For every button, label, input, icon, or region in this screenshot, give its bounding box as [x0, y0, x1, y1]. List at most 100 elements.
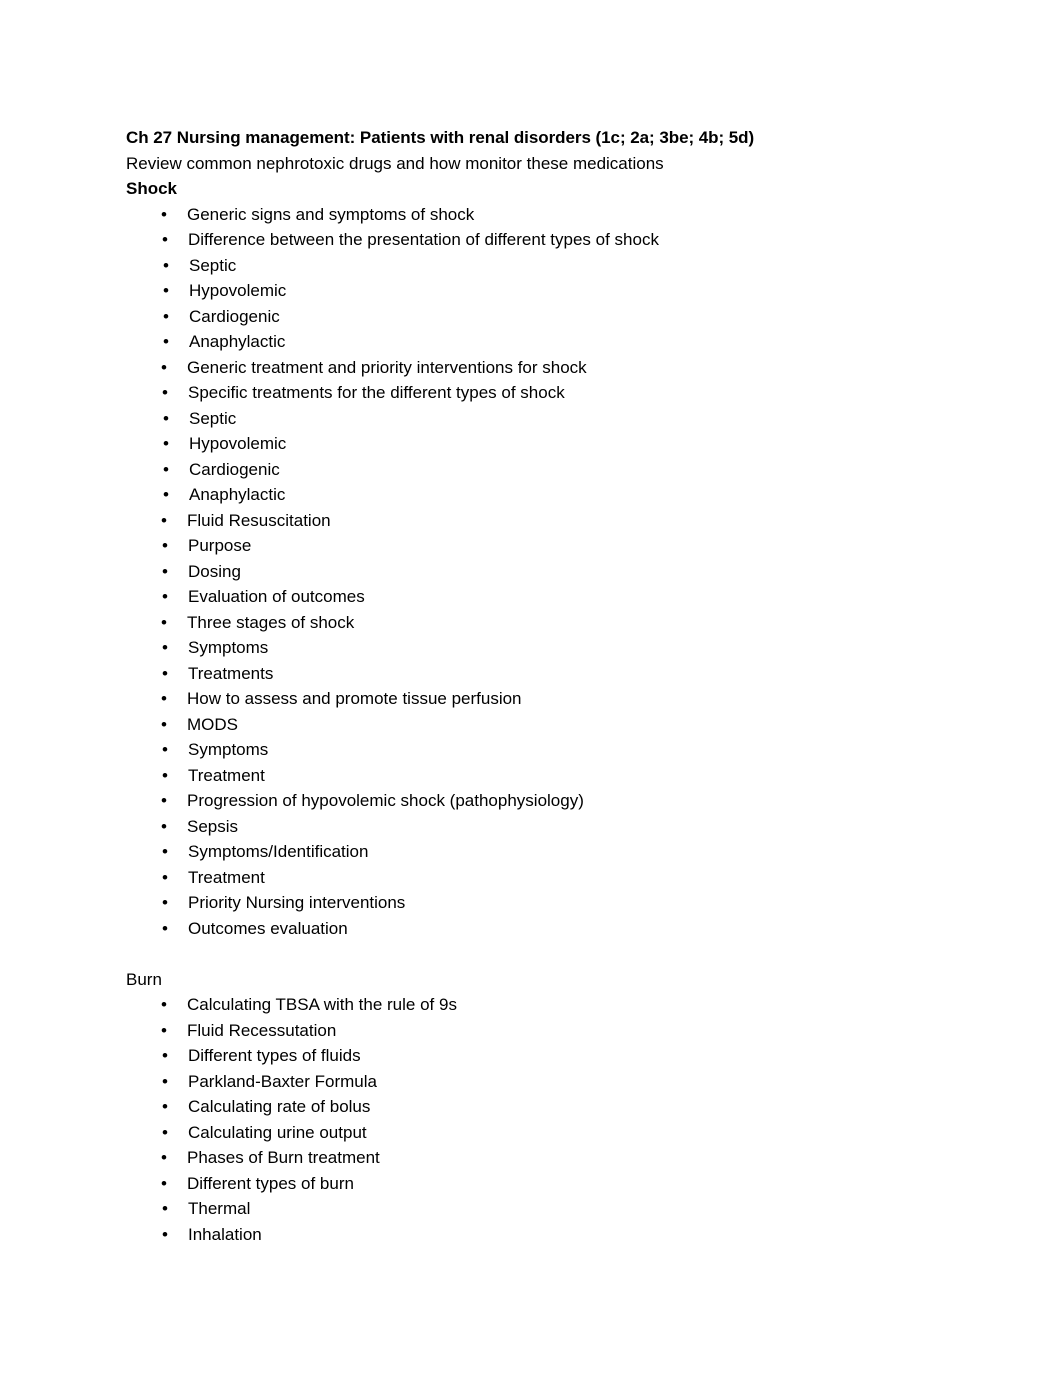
list-item: • Priority Nursing interventions: [126, 890, 942, 916]
list-item-label: Fluid Resuscitation: [187, 510, 331, 530]
bullet-icon: •: [162, 1046, 168, 1065]
list-item: • Progression of hypovolemic shock (patho…: [126, 788, 942, 814]
bullet-icon: •: [163, 408, 169, 428]
list-item: • Calculating TBSA with the rule of 9s: [126, 992, 942, 1018]
list-item: • Anaphylactic: [126, 482, 942, 508]
list-item-label: Different types of fluids: [188, 1046, 361, 1065]
list-item: • Anaphylactic: [126, 329, 942, 355]
section-heading: Shock: [126, 179, 178, 198]
bullet-icon: •: [161, 714, 167, 734]
bullet-icon: •: [162, 893, 168, 912]
bullet-icon: •: [162, 561, 168, 581]
list-item-label: Calculating rate of bolus: [188, 1097, 371, 1116]
bullet-icon: •: [162, 842, 168, 861]
list-item-label: Treatments: [188, 663, 274, 683]
list-item-label: Phases of Burn treatment: [187, 1148, 380, 1167]
bullet-icon: •: [163, 332, 169, 351]
bullet-icon: •: [162, 867, 168, 887]
bullet-icon: •: [161, 510, 167, 530]
list-item: • Cardiogenic: [126, 457, 942, 483]
list-item: • Different types of fluids: [126, 1043, 942, 1069]
bullet-icon: •: [161, 791, 167, 810]
bullet-icon: •: [162, 740, 168, 759]
list-item: • Dosing: [126, 559, 942, 585]
document-page: Ch 27 Nursing management: Patients with …: [0, 0, 1062, 1377]
list-item: • MODS: [126, 712, 942, 738]
bullet-icon: •: [162, 230, 168, 249]
list-item-label: How to assess and promote tissue perfusi…: [187, 689, 522, 708]
list-item: • Symptoms/Identification: [126, 839, 942, 865]
list-item: • How to assess and promote tissue perfus…: [126, 686, 942, 712]
bullet-icon: •: [162, 587, 168, 606]
list-item-label: Cardiogenic: [189, 459, 280, 479]
bullet-icon: •: [162, 918, 168, 938]
list-item-label: Septic: [189, 408, 237, 428]
list-item: • Fluid Resuscitation: [126, 508, 942, 534]
bullet-icon: •: [163, 434, 169, 453]
bullet-icon: •: [161, 816, 167, 836]
list-item: • Inhalation: [126, 1222, 942, 1248]
list-item: • Calculating rate of bolus: [126, 1094, 942, 1120]
bullet-icon: •: [161, 995, 167, 1014]
bullet-icon: •: [161, 1020, 167, 1040]
list-item-label: Thermal: [188, 1199, 251, 1218]
list-item-label: Hypovolemic: [189, 281, 287, 300]
list-item: • Thermal: [126, 1196, 942, 1222]
document-title: Ch 27 Nursing management: Patients with …: [126, 128, 755, 147]
list-item: • Septic: [126, 253, 942, 279]
list-item: • Generic signs and symptoms of shock: [126, 202, 942, 228]
list-item-label: Difference between the presentation of d…: [188, 230, 659, 249]
list-item: • Specific treatments for the different t…: [126, 380, 942, 406]
bullet-icon: •: [161, 357, 167, 377]
list-item: • Purpose: [126, 533, 942, 559]
bullet-icon: •: [163, 485, 169, 504]
bullet-icon: •: [162, 1224, 168, 1244]
bullet-icon: •: [162, 1122, 168, 1142]
list-item-label: Evaluation of outcomes: [188, 587, 365, 606]
list-item-label: Calculating urine output: [188, 1122, 367, 1142]
list-item-label: Dosing: [188, 561, 241, 581]
list-item-label: Symptoms: [188, 740, 269, 759]
list-item-label: Priority Nursing interventions: [188, 893, 406, 912]
list-item: • Phases of Burn treatment: [126, 1145, 942, 1171]
list-item: • Calculating urine output: [126, 1120, 942, 1146]
list-item-label: Fluid Recessutation: [187, 1020, 337, 1040]
document-body: Shock • Generic signs and symptoms of shoc…: [126, 176, 942, 1247]
bullet-icon: •: [162, 536, 168, 555]
list-item-label: Septic: [189, 255, 237, 275]
list-item-label: Different types of burn: [187, 1173, 354, 1193]
bullet-icon: •: [162, 663, 168, 683]
list-item: • Symptoms: [126, 737, 942, 763]
list-item-label: Treatment: [188, 765, 265, 785]
document-subtitle: Review common nephrotoxic drugs and how …: [126, 153, 664, 173]
bullet-icon: •: [162, 1199, 168, 1218]
list-item-label: Symptoms/Identification: [188, 842, 369, 861]
bullet-icon: •: [161, 689, 167, 708]
section-heading: Burn: [126, 969, 162, 989]
list-item-label: Inhalation: [188, 1224, 262, 1244]
list-item: • Hypovolemic: [126, 431, 942, 457]
list-item: • Parkland-Baxter Formula: [126, 1069, 942, 1095]
list-item-label: Progression of hypovolemic shock (pathop…: [187, 791, 584, 810]
list-item-label: Purpose: [188, 536, 252, 555]
outline-list: • Generic signs and symptoms of shock • Dif…: [126, 202, 942, 942]
list-item: • Evaluation of outcomes: [126, 584, 942, 610]
list-item-label: Sepsis: [187, 816, 239, 836]
list-item: • Sepsis: [126, 814, 942, 840]
list-item-label: Generic signs and symptoms of shock: [187, 204, 475, 224]
list-item-label: Generic treatment and priority intervent…: [187, 357, 587, 377]
bullet-icon: •: [162, 1097, 168, 1116]
list-item-label: Parkland-Baxter Formula: [188, 1071, 377, 1091]
list-item: • Treatment: [126, 865, 942, 891]
list-item: • Hypovolemic: [126, 278, 942, 304]
list-item-label: Treatment: [188, 867, 265, 887]
bullet-icon: •: [161, 1148, 167, 1167]
list-item: • Cardiogenic: [126, 304, 942, 330]
list-item: • Symptoms: [126, 635, 942, 661]
list-item-label: Hypovolemic: [189, 434, 287, 453]
bullet-icon: •: [162, 383, 168, 402]
list-item-label: Specific treatments for the different ty…: [188, 383, 565, 402]
list-item: • Generic treatment and priority interven…: [126, 355, 942, 381]
list-item-label: Outcomes evaluation: [188, 918, 348, 938]
